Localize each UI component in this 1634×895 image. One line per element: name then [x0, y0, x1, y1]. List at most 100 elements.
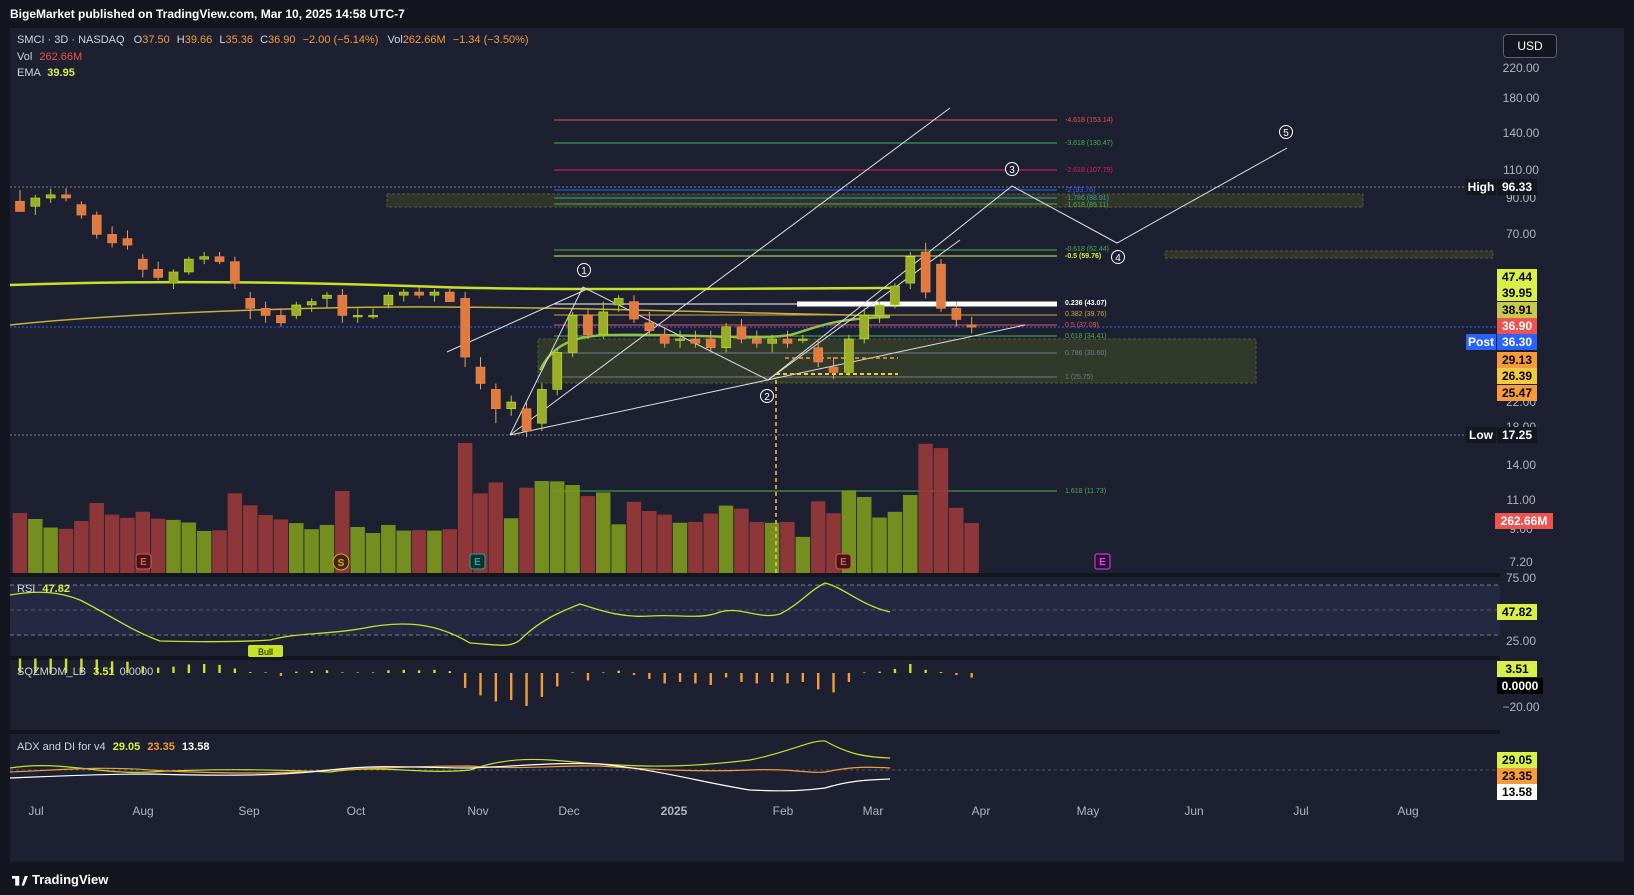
squeeze-bar [203, 663, 206, 673]
squeeze-bar [187, 664, 191, 673]
volume-legend[interactable]: Vol 262.66M [17, 51, 82, 63]
minus-di-line [9, 762, 891, 792]
minus-di-value: 13.58 [181, 741, 210, 753]
candle-body [521, 408, 532, 432]
brand-text: TradingView [32, 872, 109, 887]
squeeze-bar [510, 673, 513, 700]
low-tag-label: Low [1469, 428, 1494, 442]
adx-legend[interactable]: ADX and DI for v4 29.05 23.35 13.58 [17, 741, 209, 753]
volume-bar [150, 518, 166, 573]
volume-bar [734, 508, 749, 573]
squeeze-bar [924, 669, 927, 673]
time-axis-label: Sep [238, 804, 260, 818]
candle-body [153, 269, 163, 278]
fib-label: -2.618 (107.79) [1065, 167, 1113, 174]
ema-tag-value: 39.95 [1502, 286, 1532, 300]
volume-bar [396, 530, 411, 573]
volume-bar [427, 530, 442, 573]
candle-body [337, 294, 348, 316]
candle-body [61, 194, 71, 199]
squeeze-bar [310, 671, 313, 673]
volume-bar [872, 517, 887, 573]
squeeze-bar [295, 671, 298, 673]
sqz-axis-label: −20.00 [1502, 700, 1539, 714]
fib-label: 0.382 (39.76) [1065, 311, 1107, 318]
volume-bar [580, 496, 596, 573]
pane-divider-adx[interactable] [10, 730, 1500, 734]
price-axis-label: 110.00 [1503, 163, 1539, 177]
squeeze-bar [586, 673, 590, 681]
earnings-label: E [140, 557, 147, 568]
ema-label: EMA [17, 67, 41, 79]
wave-label: 3 [1009, 165, 1015, 176]
post-tag-label: Post [1468, 335, 1494, 349]
fib-label: 0.236 (43.07) [1065, 300, 1107, 307]
volume-bar [795, 536, 811, 573]
candle-body [91, 214, 102, 235]
pane-divider-sqz[interactable] [10, 656, 1500, 660]
last-price-tag: 36.90 [1502, 319, 1532, 333]
pane-divider-rsi[interactable] [10, 573, 1500, 577]
price-axis-label: 70.00 [1506, 227, 1536, 241]
post-tag-value: 36.30 [1502, 335, 1532, 349]
sqz-label: SQZMOM_LB [17, 666, 87, 678]
squeeze-bar [525, 673, 528, 706]
fib-label: 1.618 (11.73) [1065, 488, 1106, 495]
high-label: H [176, 34, 185, 46]
rsi-value: 47.82 [42, 583, 70, 595]
volume-bar [227, 493, 243, 573]
volume-bar [488, 482, 504, 573]
time-axis[interactable]: Jul Aug Sep Oct Nov Dec 2025 Feb Mar Apr… [28, 804, 1418, 818]
candle-body [905, 256, 916, 284]
currency-button[interactable]: USD [1503, 34, 1557, 58]
chart-canvas[interactable]: -4.618 (153.14) -3.618 (130.47) -2.618 (… [0, 0, 1634, 895]
fib-label: 0.5 (37.09) [1065, 322, 1099, 329]
ema-legend[interactable]: EMA 39.95 [17, 67, 75, 79]
plus-di-value: 23.35 [147, 741, 175, 753]
squeeze-bar [556, 673, 559, 687]
candle-body [199, 256, 209, 260]
squeeze-bar [417, 670, 421, 673]
squeeze-bar [755, 673, 758, 684]
squeeze-bar [678, 673, 682, 682]
squeeze-bar [279, 673, 283, 676]
tag-value: 38.91 [1502, 303, 1532, 317]
time-axis-label: Aug [132, 804, 153, 818]
candle-body [506, 401, 517, 410]
price-axis-label: 180.00 [1503, 91, 1540, 105]
main-legend[interactable]: SMCI · 3D · NASDAQ O37.50 H39.66 L35.36 … [17, 34, 529, 46]
volume-bars [12, 443, 979, 573]
volume-bar [304, 529, 319, 573]
volume-bar [319, 524, 335, 573]
volume-bar [120, 517, 135, 573]
symbol-label[interactable]: SMCI · 3D · NASDAQ [17, 34, 125, 46]
sma-line [9, 306, 891, 326]
squeeze-bar [617, 670, 620, 673]
volume-bar [764, 522, 780, 573]
time-axis-label: Apr [972, 804, 991, 818]
volume-bar [350, 527, 365, 573]
fib-label: 0.786 (30.60) [1065, 350, 1107, 357]
channel-upper-line[interactable] [509, 107, 951, 436]
squeeze-bar [479, 673, 482, 696]
volume-bar [749, 521, 764, 573]
price-axis-label: 220.00 [1503, 61, 1540, 75]
volume-bar [289, 523, 304, 573]
squeeze-bar [724, 673, 728, 678]
sqz-tag-value: 3.51 [1505, 662, 1529, 676]
squeeze-bar [801, 673, 805, 682]
demand-zone [537, 338, 1257, 384]
rsi-legend[interactable]: RSI 47.82 [17, 583, 70, 595]
candle-body [245, 298, 256, 309]
squeeze-bar [878, 671, 881, 673]
squeeze-bar [371, 672, 375, 673]
sqz-legend[interactable]: SQZMOM_LB 3.51 0.0000 [17, 666, 153, 678]
time-axis-label: 2025 [661, 804, 688, 818]
tradingview-logo[interactable]: TradingView [12, 872, 108, 887]
supply-zone-high [386, 193, 1364, 208]
candle-body [874, 304, 885, 316]
squeeze-bar [893, 668, 897, 673]
elliott-wave-drawings[interactable] [446, 107, 1288, 436]
squeeze-bar [909, 663, 912, 673]
volume-bar [718, 505, 734, 573]
